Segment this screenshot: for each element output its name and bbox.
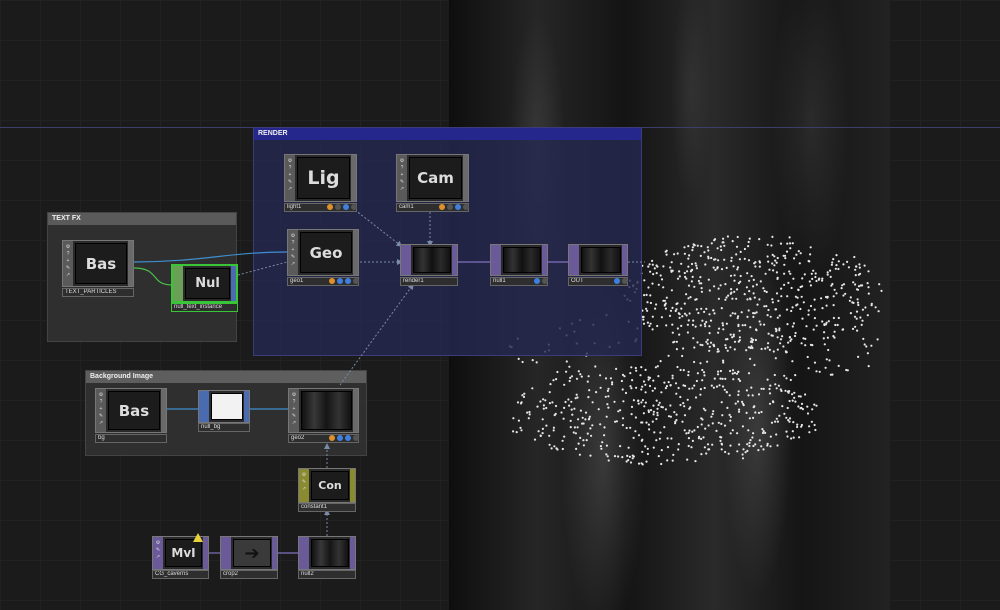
node-flags[interactable] [329,435,359,442]
node-toolbar[interactable] [173,266,183,301]
ref-null-to-geo1 [237,261,288,276]
node-toolbar[interactable]: ⚙ ✎ ↗ [153,537,163,569]
node-null-bg-label[interactable]: null_bg [198,423,250,432]
node-geo1-thumb: Geo [300,232,352,273]
node-geo1[interactable]: ⚙? + ✎ ↗ Geo geo1 [287,229,359,286]
node-text-particles[interactable]: ⚙? + ✎ ↗ Bas TEXT_PARTICLES [62,240,134,297]
node-toolbar[interactable]: ⚙? + ✎ ↗ [397,155,407,201]
node-cg-caverns-label[interactable]: CG_caverns [152,570,209,579]
node-toolbar[interactable]: ⚙ ✎ ↗ [299,469,309,502]
node-text-particles-label[interactable]: TEXT_PARTICLES [62,288,134,297]
node-light1[interactable]: ⚙? + ✎ ↗ Lig light1 [284,154,357,212]
node-toolbar[interactable] [221,537,231,569]
node-light1-thumb: Lig [297,157,350,199]
node-bg-label[interactable]: bg [95,434,167,443]
node-flags[interactable] [614,278,628,285]
node-flags[interactable] [327,204,357,211]
node-cg-caverns-thumb: MvI [165,539,202,567]
node-geo2[interactable]: ⚙? + ✎ ↗ geo2 [288,388,359,443]
node-constant1-thumb: Con [311,471,349,500]
node-text-particles-thumb: Bas [75,243,127,284]
node-null-bg[interactable]: null_bg [198,390,250,432]
node-render1-label[interactable]: render1 [400,277,458,286]
node-out-thumb [581,247,621,273]
wires-layer [133,209,645,554]
node-toolbar[interactable]: ⚙? + ✎ ↗ [288,230,298,275]
node-bg-thumb: Bas [108,391,160,430]
node-constant1[interactable]: ⚙ ✎ ↗ Con constant1 [298,468,356,512]
node-null2[interactable]: null2 [298,536,356,579]
node-toolbar[interactable]: ⚙? + ✎ ↗ [96,389,106,432]
node-toolbar[interactable]: ⚙? + ✎ ↗ [285,155,295,201]
node-null-bg-thumb [211,393,243,420]
node-constant1-label[interactable]: constant1 [298,503,356,512]
node-null1[interactable]: null1 [490,244,548,286]
node-flags[interactable] [534,278,548,285]
wire-particles-to-geo1 [133,251,288,263]
warning-icon[interactable] [193,533,203,542]
node-render1[interactable]: render1 [400,244,458,286]
node-null2-thumb [311,539,349,567]
node-flags[interactable] [329,278,359,285]
node-null1-thumb [503,247,541,273]
node-toolbar[interactable] [299,537,309,569]
node-bg[interactable]: ⚙? + ✎ ↗ Bas bg [95,388,167,443]
node-null-text-instance-label[interactable]: null_text_instance [171,303,238,312]
node-cam1-thumb: Cam [409,157,462,199]
node-render1-thumb [413,247,451,273]
node-toolbar[interactable] [569,245,579,275]
node-toolbar[interactable]: ⚙? + ✎ ↗ [63,241,73,286]
node-crop2[interactable]: ➔ crop2 [220,536,278,579]
node-flags[interactable] [439,204,469,211]
node-toolbar[interactable]: ⚙? + ✎ ↗ [289,389,299,432]
arrow-right-icon: ➔ [233,539,271,567]
node-null-text-instance[interactable]: Nul null_text_instance [171,264,238,312]
node-null2-label[interactable]: null2 [298,570,356,579]
node-toolbar[interactable] [199,391,209,422]
node-cg-caverns[interactable]: ⚙ ✎ ↗ MvI CG_caverns [152,533,209,579]
node-cam1[interactable]: ⚙? + ✎ ↗ Cam cam1 [396,154,469,212]
node-out[interactable]: OUT [568,244,628,286]
ref-light-to-render [354,209,403,247]
node-crop2-label[interactable]: crop2 [220,570,278,579]
node-geo2-thumb [301,391,352,430]
node-toolbar[interactable] [401,245,411,275]
wire-particles-to-null [133,267,173,286]
node-null-text-instance-thumb: Nul [185,268,230,299]
node-toolbar[interactable] [491,245,501,275]
ref-geo2-to-render [339,283,414,386]
